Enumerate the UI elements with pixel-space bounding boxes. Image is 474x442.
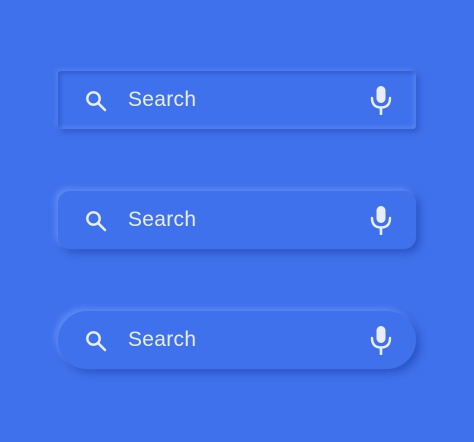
search-input-placeholder[interactable]: Search [128, 88, 196, 112]
search-bar-pill[interactable]: Search [58, 311, 416, 369]
search-bar-rounded[interactable]: Search [58, 191, 416, 249]
search-input-placeholder[interactable]: Search [128, 328, 196, 352]
microphone-icon[interactable] [368, 85, 394, 115]
search-input-placeholder[interactable]: Search [128, 208, 196, 232]
search-icon[interactable] [85, 330, 107, 352]
microphone-icon[interactable] [368, 325, 394, 355]
microphone-icon[interactable] [368, 205, 394, 235]
search-bar-square[interactable]: Search [58, 71, 416, 129]
search-icon[interactable] [85, 210, 107, 232]
search-icon[interactable] [85, 90, 107, 112]
